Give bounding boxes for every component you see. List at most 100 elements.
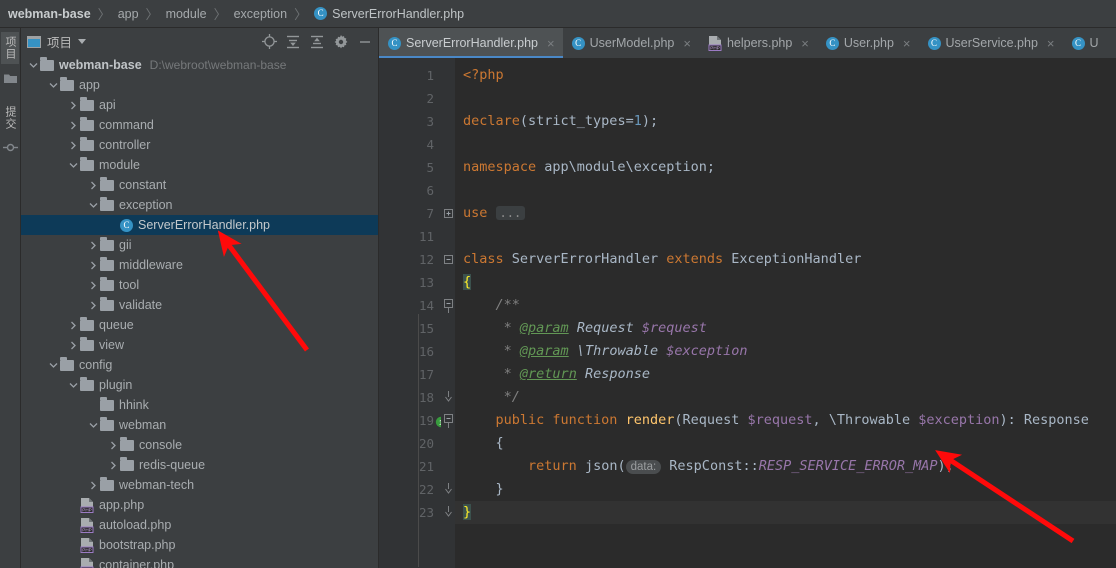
chevron-right-icon[interactable]: [87, 281, 100, 290]
editor-tab[interactable]: C UserModel.php ×: [563, 28, 699, 58]
code-line[interactable]: {: [455, 432, 1116, 455]
tree-item[interactable]: PHP bootstrap.php: [21, 535, 378, 555]
tree-item[interactable]: PHP autoload.php: [21, 515, 378, 535]
tree-item[interactable]: queue: [21, 315, 378, 335]
chevron-right-icon[interactable]: [67, 321, 80, 330]
project-tree[interactable]: webman-base D:\webroot\webman-base app api c…: [21, 55, 378, 568]
tree-item[interactable]: controller: [21, 135, 378, 155]
close-icon[interactable]: ×: [801, 36, 809, 51]
chevron-down-icon[interactable]: [78, 39, 87, 44]
editor-tab-bar[interactable]: C ServerErrorHandler.php × C UserModel.php × P…: [379, 28, 1116, 58]
code-editor[interactable]: 1234567111213141516171819120212223 <?php…: [379, 58, 1116, 568]
tree-item[interactable]: plugin: [21, 375, 378, 395]
code-line[interactable]: */: [455, 386, 1116, 409]
tree-item[interactable]: redis-queue: [21, 455, 378, 475]
chevron-right-icon[interactable]: [107, 461, 120, 470]
tool-button-commit[interactable]: 提交: [1, 102, 19, 134]
fold-toggle-icon[interactable]: [441, 202, 455, 225]
code-line[interactable]: namespace app\module\exception;: [455, 156, 1116, 179]
breadcrumb-file[interactable]: ServerErrorHandler.php: [332, 7, 464, 21]
locate-icon[interactable]: [260, 33, 278, 51]
chevron-right-icon[interactable]: [87, 481, 100, 490]
code-line[interactable]: * @param Request $request: [455, 317, 1116, 340]
chevron-right-icon[interactable]: [87, 261, 100, 270]
structure-icon[interactable]: [2, 141, 18, 159]
tool-button-project[interactable]: 项目: [1, 32, 19, 64]
breadcrumb-root[interactable]: webman-base: [8, 7, 91, 21]
chevron-down-icon[interactable]: [67, 382, 80, 389]
code-content[interactable]: <?php declare(strict_types=1); namespace a…: [455, 58, 1116, 568]
tree-item[interactable]: gii: [21, 235, 378, 255]
tree-item[interactable]: PHP container.php: [21, 555, 378, 568]
tree-item[interactable]: command: [21, 115, 378, 135]
hide-icon[interactable]: [356, 33, 374, 51]
collapse-all-icon[interactable]: [308, 33, 326, 51]
editor-tab[interactable]: CU: [1063, 28, 1099, 58]
editor-tab[interactable]: C User.php ×: [817, 28, 919, 58]
tree-item[interactable]: app: [21, 75, 378, 95]
chevron-down-icon[interactable]: [47, 82, 60, 89]
code-line[interactable]: class ServerErrorHandler extends Excepti…: [455, 248, 1116, 271]
tree-item[interactable]: webman-base D:\webroot\webman-base: [21, 55, 378, 75]
fold-toggle-icon[interactable]: [441, 386, 455, 409]
chevron-right-icon[interactable]: [67, 141, 80, 150]
tree-item[interactable]: console: [21, 435, 378, 455]
tree-item[interactable]: exception: [21, 195, 378, 215]
folder-icon[interactable]: [3, 71, 17, 89]
tree-item[interactable]: api: [21, 95, 378, 115]
code-line[interactable]: * @return Response: [455, 363, 1116, 386]
code-line[interactable]: [455, 133, 1116, 156]
tree-item[interactable]: webman: [21, 415, 378, 435]
tree-item[interactable]: module: [21, 155, 378, 175]
chevron-right-icon[interactable]: [87, 241, 100, 250]
tree-item[interactable]: constant: [21, 175, 378, 195]
code-line[interactable]: declare(strict_types=1);: [455, 110, 1116, 133]
tree-item[interactable]: validate: [21, 295, 378, 315]
chevron-right-icon[interactable]: [87, 301, 100, 310]
tree-item[interactable]: config: [21, 355, 378, 375]
code-line[interactable]: {: [455, 271, 1116, 294]
chevron-right-icon[interactable]: [67, 341, 80, 350]
close-icon[interactable]: ×: [903, 36, 911, 51]
code-line[interactable]: }: [455, 501, 1116, 524]
code-line[interactable]: * @param \Throwable $exception: [455, 340, 1116, 363]
editor-tab[interactable]: C UserService.php ×: [919, 28, 1063, 58]
code-line[interactable]: [455, 225, 1116, 248]
editor-tab[interactable]: PHP helpers.php ×: [699, 28, 817, 58]
fold-toggle-icon[interactable]: [441, 501, 455, 524]
code-line[interactable]: [455, 87, 1116, 110]
breadcrumb-app[interactable]: app: [118, 7, 139, 21]
close-icon[interactable]: ×: [1047, 36, 1055, 51]
code-line[interactable]: [455, 179, 1116, 202]
chevron-down-icon[interactable]: [67, 162, 80, 169]
tree-item[interactable]: hhink: [21, 395, 378, 415]
chevron-right-icon[interactable]: [107, 441, 120, 450]
tree-item[interactable]: PHP app.php: [21, 495, 378, 515]
fold-toggle-icon[interactable]: [441, 409, 455, 432]
expand-all-icon[interactable]: [284, 33, 302, 51]
code-line[interactable]: public function render(Request $request,…: [455, 409, 1116, 432]
code-folding-column[interactable]: [441, 58, 455, 568]
chevron-down-icon[interactable]: [87, 422, 100, 429]
tree-item-selected[interactable]: C ServerErrorHandler.php: [21, 215, 378, 235]
fold-toggle-icon[interactable]: [441, 294, 455, 317]
code-line[interactable]: /**: [455, 294, 1116, 317]
code-line[interactable]: use ...: [455, 202, 1116, 225]
breadcrumb-module[interactable]: module: [166, 7, 207, 21]
close-icon[interactable]: ×: [547, 36, 555, 51]
chevron-right-icon[interactable]: [67, 101, 80, 110]
settings-icon[interactable]: [332, 33, 350, 51]
close-icon[interactable]: ×: [683, 36, 691, 51]
tree-item[interactable]: webman-tech: [21, 475, 378, 495]
breadcrumb-exception[interactable]: exception: [234, 7, 288, 21]
chevron-down-icon[interactable]: [87, 202, 100, 209]
tree-item[interactable]: tool: [21, 275, 378, 295]
code-line[interactable]: return json(data: RespConst::RESP_SERVIC…: [455, 455, 1116, 478]
chevron-down-icon[interactable]: [47, 362, 60, 369]
tree-item[interactable]: view: [21, 335, 378, 355]
code-line[interactable]: <?php: [455, 64, 1116, 87]
chevron-right-icon[interactable]: [67, 121, 80, 130]
fold-toggle-icon[interactable]: [441, 478, 455, 501]
fold-toggle-icon[interactable]: [441, 248, 455, 271]
chevron-down-icon[interactable]: [27, 62, 40, 69]
